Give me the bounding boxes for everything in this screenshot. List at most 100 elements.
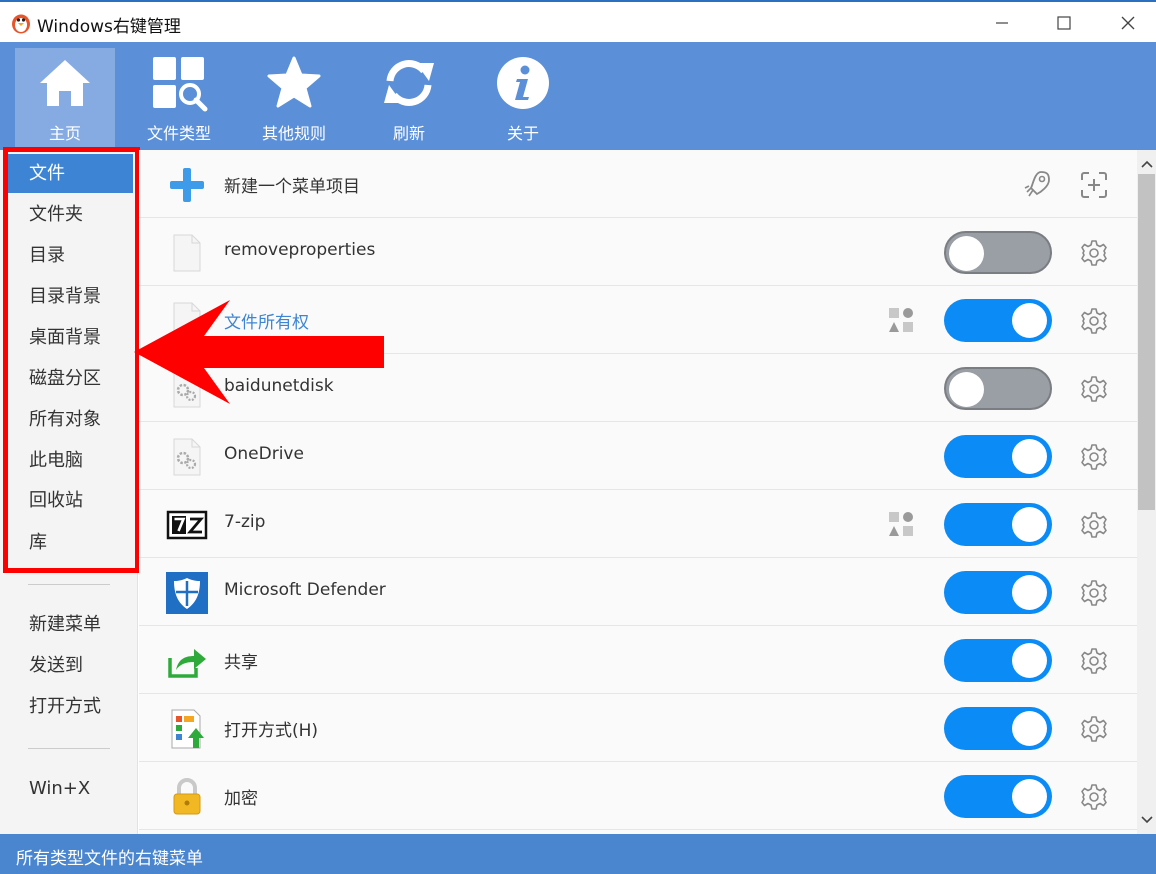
scrollbar-thumb[interactable] <box>1138 174 1155 510</box>
sidebar-item-directory-background[interactable]: 目录背景 <box>8 277 133 316</box>
enable-toggle[interactable] <box>944 299 1052 342</box>
toolbar-about-label: 关于 <box>506 124 539 143</box>
enable-toggle[interactable] <box>944 503 1052 546</box>
sidebar-item-directory[interactable]: 目录 <box>8 236 133 275</box>
toolbar-about-button[interactable]: 关于 <box>473 48 573 148</box>
status-bar: 所有类型文件的右键菜单 <box>0 834 1156 874</box>
sidebar-divider <box>28 584 110 585</box>
toolbar-refresh-button[interactable]: 刷新 <box>359 48 459 148</box>
enable-toggle[interactable] <box>944 435 1052 478</box>
toolbar-home-button[interactable]: 主页 <box>15 48 115 148</box>
star-icon <box>267 56 321 108</box>
list-item[interactable]: Microsoft Defender <box>139 558 1137 626</box>
enable-toggle[interactable] <box>944 639 1052 682</box>
refresh-icon <box>384 60 434 106</box>
list-item-label: OneDrive <box>224 444 304 464</box>
gear-icon[interactable] <box>1079 646 1109 676</box>
sidebar-item-library[interactable]: 库 <box>8 523 133 562</box>
gear-icon[interactable] <box>1079 714 1109 744</box>
list-item[interactable]: 加密 <box>139 762 1137 830</box>
sidebar-item-all-objects[interactable]: 所有对象 <box>8 400 133 439</box>
menu-item-list: 新建一个菜单项目 removeproperties 文件所有权 baidunet… <box>139 150 1137 834</box>
maximize-icon <box>1057 16 1071 30</box>
maximize-button[interactable] <box>1036 8 1092 38</box>
list-item-label: 加密 <box>224 789 258 809</box>
gear-file-icon <box>173 370 201 408</box>
chevron-down-icon <box>1140 816 1153 824</box>
chevron-up-icon <box>1140 160 1153 168</box>
vertical-scrollbar[interactable] <box>1137 150 1156 834</box>
close-button[interactable] <box>1100 8 1156 38</box>
toggle-knob <box>1012 643 1047 678</box>
gear-icon[interactable] <box>1079 306 1109 336</box>
sidebar-divider <box>28 748 110 749</box>
shapes-icon[interactable] <box>887 306 915 334</box>
gear-icon[interactable] <box>1079 782 1109 812</box>
toolbar-other-rules-label: 其他规则 <box>261 124 326 143</box>
toggle-knob <box>1012 303 1047 338</box>
toggle-knob <box>949 236 984 271</box>
list-item-label: baidunetdisk <box>224 376 334 396</box>
toggle-knob <box>949 372 984 407</box>
toolbar-home-label: 主页 <box>48 124 81 143</box>
sidebar-item-win-x[interactable]: Win+X <box>8 769 133 808</box>
sidebar-item-open-with[interactable]: 打开方式 <box>8 687 133 726</box>
minimize-button[interactable] <box>974 8 1030 38</box>
new-menu-item-row[interactable]: 新建一个菜单项目 <box>139 150 1137 218</box>
enable-toggle[interactable] <box>944 571 1052 614</box>
home-icon <box>40 60 90 106</box>
list-item-label: 7-zip <box>224 512 266 532</box>
gear-icon[interactable] <box>1079 578 1109 608</box>
list-item[interactable]: 打开方式(H) <box>139 694 1137 762</box>
list-item[interactable]: 文件所有权 <box>139 286 1137 354</box>
sidebar: 文件 文件夹 目录 目录背景 桌面背景 磁盘分区 所有对象 此电脑 回收站 库 … <box>0 150 138 834</box>
list-item[interactable]: 共享 <box>139 626 1137 694</box>
enable-toggle[interactable] <box>944 231 1052 274</box>
toggle-knob <box>1012 575 1047 610</box>
shapes-icon[interactable] <box>887 510 915 538</box>
sidebar-item-new-menu[interactable]: 新建菜单 <box>8 605 133 644</box>
list-item-label: 共享 <box>224 653 258 673</box>
toggle-knob <box>1012 711 1047 746</box>
list-item[interactable]: removeproperties <box>139 218 1137 286</box>
enable-toggle[interactable] <box>944 367 1052 410</box>
sidebar-item-file[interactable]: 文件 <box>8 154 133 193</box>
sidebar-item-disk-partition[interactable]: 磁盘分区 <box>8 359 133 398</box>
blank-file-icon <box>173 234 201 272</box>
sidebar-item-this-pc[interactable]: 此电脑 <box>8 441 133 480</box>
enable-toggle[interactable] <box>944 707 1052 750</box>
gear-file-icon <box>173 438 201 476</box>
sidebar-item-desktop-background[interactable]: 桌面背景 <box>8 318 133 357</box>
7zip-icon <box>166 510 208 540</box>
sidebar-item-folder[interactable]: 文件夹 <box>8 195 133 234</box>
blank-file-icon <box>173 302 201 340</box>
list-item[interactable]: baidunetdisk <box>139 354 1137 422</box>
scroll-up-button[interactable] <box>1137 154 1156 174</box>
lock-icon <box>173 778 201 815</box>
plus-icon <box>170 168 204 202</box>
toolbar-refresh-label: 刷新 <box>392 124 425 143</box>
list-item[interactable]: OneDrive <box>139 422 1137 490</box>
list-item[interactable]: 7-zip <box>139 490 1137 558</box>
list-item-label: Microsoft Defender <box>224 580 386 600</box>
sidebar-item-recycle-bin[interactable]: 回收站 <box>8 481 133 520</box>
gear-icon[interactable] <box>1079 238 1109 268</box>
toolbar-other-rules-button[interactable]: 其他规则 <box>244 48 344 148</box>
grid-search-icon <box>153 57 208 112</box>
sidebar-item-send-to[interactable]: 发送到 <box>8 646 133 685</box>
shield-icon <box>166 572 208 614</box>
add-crosshair-icon[interactable] <box>1079 170 1109 200</box>
gear-icon[interactable] <box>1079 510 1109 540</box>
status-text: 所有类型文件的右键菜单 <box>16 849 203 869</box>
toggle-knob <box>1012 439 1047 474</box>
enable-toggle[interactable] <box>944 775 1052 818</box>
rocket-icon[interactable] <box>1021 168 1053 200</box>
toggle-knob <box>1012 507 1047 542</box>
scroll-down-button[interactable] <box>1137 810 1156 830</box>
toolbar-file-types-button[interactable]: 文件类型 <box>129 48 229 148</box>
gear-icon[interactable] <box>1079 442 1109 472</box>
open-with-icon <box>171 709 204 749</box>
gear-icon[interactable] <box>1079 374 1109 404</box>
toolbar-file-types-label: 文件类型 <box>146 124 211 143</box>
window-title: Windows右键管理 <box>37 17 181 37</box>
